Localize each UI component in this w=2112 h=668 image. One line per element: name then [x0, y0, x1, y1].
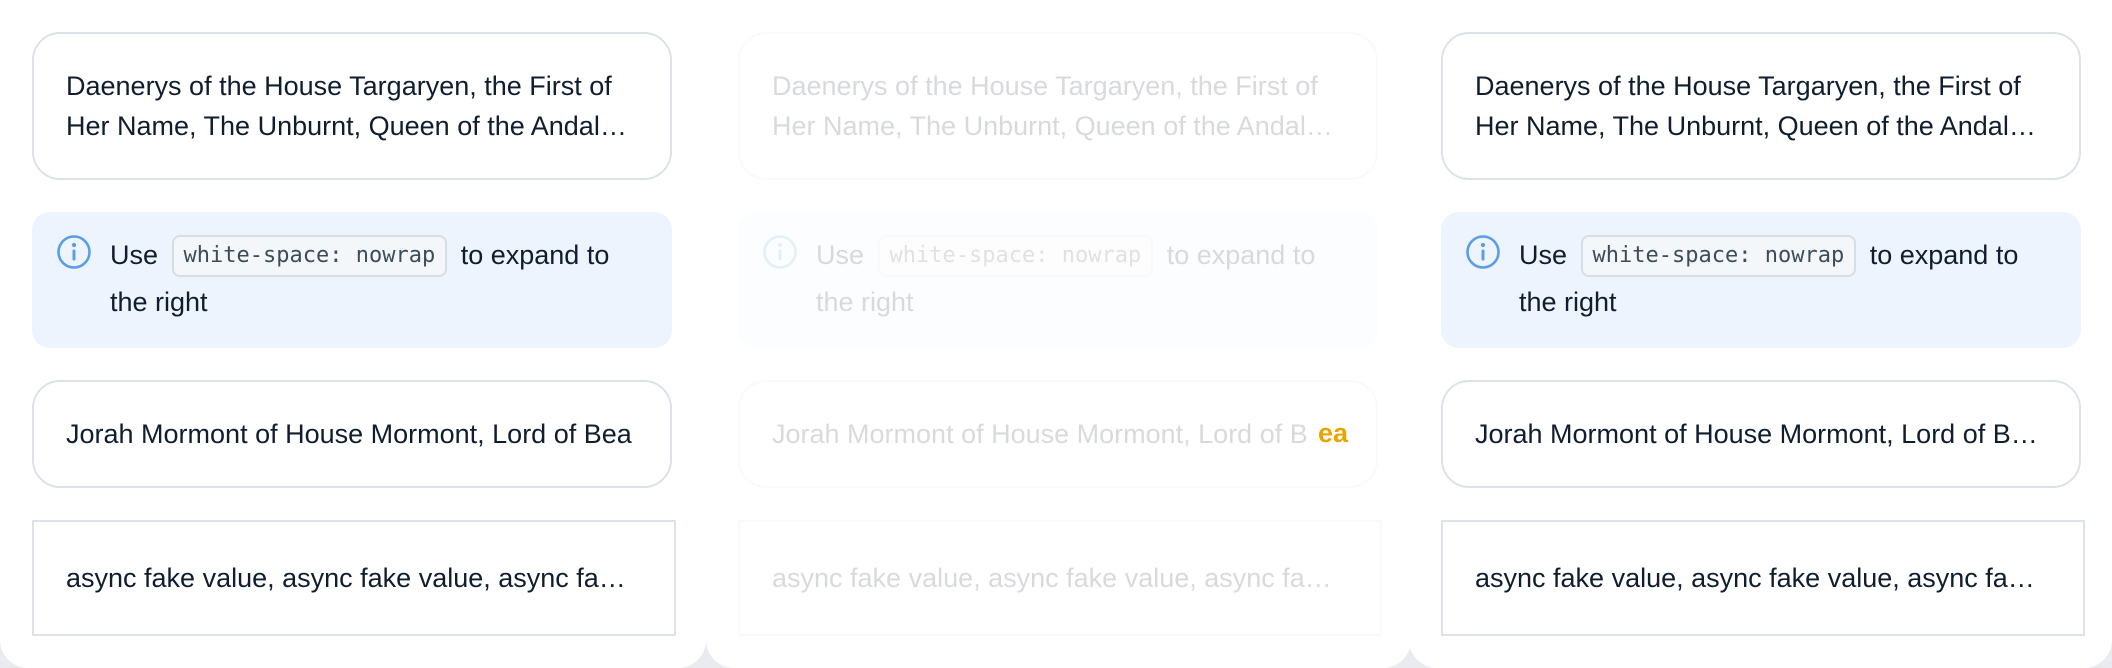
info-circle-icon [57, 235, 91, 269]
multiline-clamp-card[interactable]: Daenerys of the House Targaryen, the Fir… [32, 32, 672, 180]
panel-2: Daenerys of the House Targaryen, the Fir… [706, 0, 1411, 668]
single-line-text: Jorah Mormont of House Mormont, Lord of … [66, 419, 632, 449]
multiline-clamp-text: Daenerys of the House Targaryen, the Fir… [1475, 71, 2036, 141]
info-code: white-space: nowrap [171, 235, 448, 277]
single-line-text: Jorah Mormont of House Mormont, Lord of … [772, 419, 1308, 449]
info-message: Use white-space: nowrap to expand to the… [110, 232, 650, 326]
info-callout: Use white-space: nowrap to expand to the… [32, 212, 672, 348]
async-value-text: async fake value, async fake value, asyn… [66, 563, 636, 593]
panel-3: Daenerys of the House Targaryen, the Fir… [1409, 0, 2112, 668]
single-line-text: Jorah Mormont of House Mormont, Lord of … [1475, 419, 2038, 449]
info-circle-icon [1466, 235, 1500, 269]
info-circle-icon [763, 235, 797, 269]
async-value-card[interactable]: async fake value, async fake value, asyn… [32, 520, 676, 636]
info-callout: Use white-space: nowrap to expand to the… [738, 212, 1378, 348]
info-code: white-space: nowrap [1580, 235, 1857, 277]
info-message: Use white-space: nowrap to expand to the… [816, 232, 1356, 326]
info-callout: Use white-space: nowrap to expand to the… [1441, 212, 2081, 348]
multiline-clamp-text: Daenerys of the House Targaryen, the Fir… [66, 71, 627, 141]
async-value-text: async fake value, async fake value, asyn… [772, 563, 1342, 593]
async-value-text: async fake value, async fake value, asyn… [1475, 563, 2045, 593]
single-line-card[interactable]: Jorah Mormont of House Mormont, Lord of … [738, 380, 1378, 488]
panel-1: Daenerys of the House Targaryen, the Fir… [0, 0, 706, 668]
single-line-card[interactable]: Jorah Mormont of House Mormont, Lord of … [1441, 380, 2081, 488]
info-code: white-space: nowrap [877, 235, 1154, 277]
info-prefix: Use [1519, 240, 1568, 270]
stage: Daenerys of the House Targaryen, the Fir… [0, 0, 2112, 668]
info-prefix: Use [816, 240, 865, 270]
multiline-clamp-card[interactable]: Daenerys of the House Targaryen, the Fir… [738, 32, 1378, 180]
async-value-card[interactable]: async fake value, async fake value, asyn… [738, 520, 1382, 636]
single-line-card[interactable]: Jorah Mormont of House Mormont, Lord of … [32, 380, 672, 488]
async-value-card[interactable]: async fake value, async fake value, asyn… [1441, 520, 2085, 636]
multiline-clamp-card[interactable]: Daenerys of the House Targaryen, the Fir… [1441, 32, 2081, 180]
multiline-clamp-text: Daenerys of the House Targaryen, the Fir… [772, 71, 1333, 141]
info-prefix: Use [110, 240, 159, 270]
info-message: Use white-space: nowrap to expand to the… [1519, 232, 2059, 326]
overflow-glyph: ea [1317, 418, 1348, 448]
